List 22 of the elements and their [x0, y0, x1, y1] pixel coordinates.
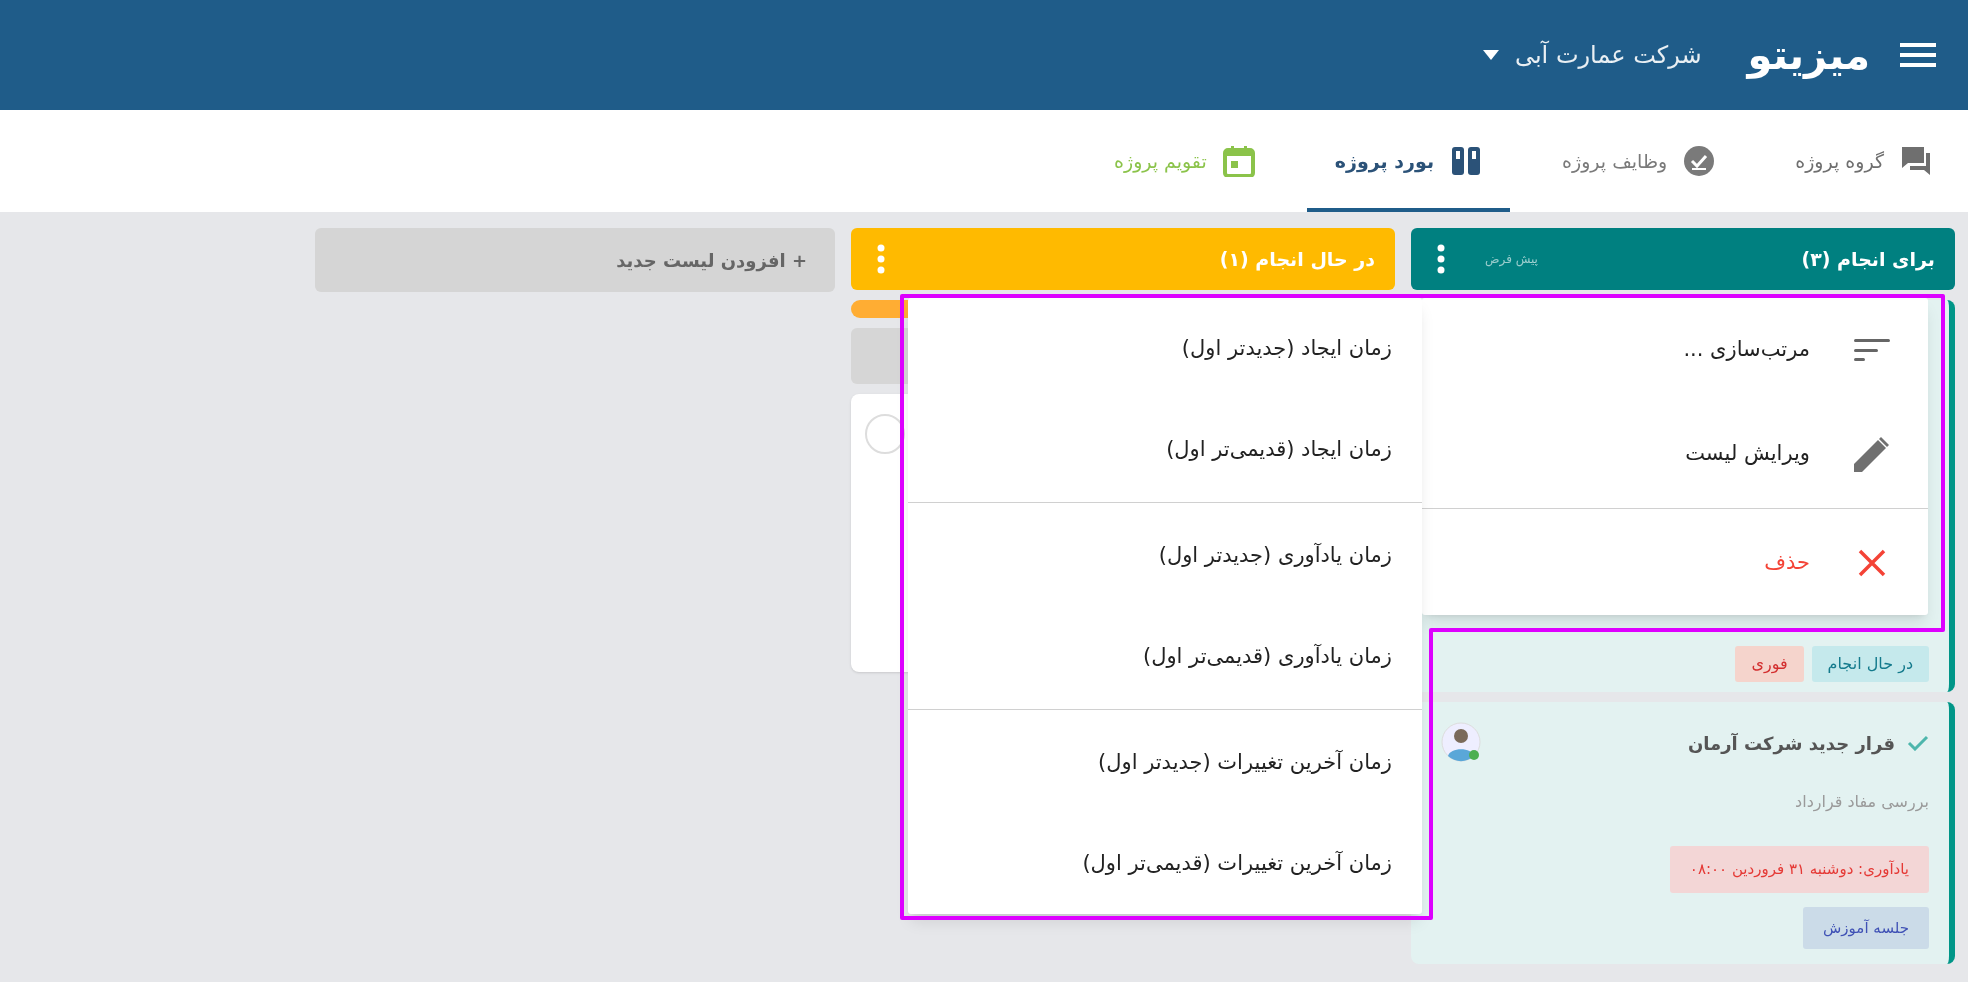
tag: در حال انجام — [1811, 646, 1929, 682]
list-title: برای انجام (۳) — [1801, 246, 1935, 273]
menu-item[interactable]: حذف — [1422, 511, 1928, 615]
reminder-tag: یادآوری: دوشنبه ۳۱ فروردین ۰۸:۰۰ — [1669, 846, 1929, 893]
company-selector[interactable]: شرکت عمارت آبی — [1482, 37, 1702, 73]
menu-item[interactable]: مرتب‌سازی ... — [1422, 298, 1928, 402]
add-list-button[interactable]: + افزودن لیست جدید — [315, 228, 835, 292]
project-tab[interactable]: وظایف پروژه — [1534, 110, 1744, 212]
card-description: بررسی مفاد قرارداد — [1795, 791, 1929, 814]
project-tab[interactable]: بورد پروژه — [1306, 110, 1511, 212]
label-tag: جلسه آموزش — [1803, 906, 1929, 949]
submenu-item[interactable]: زمان یادآوری (جدیدتر اول) — [908, 505, 1422, 606]
task-card[interactable]: قرار جدید شرکت آرمان بررسی مفاد قرارداد یادآوری: دوشنبه ۳۱ فروردین ۰۸:۰۰ جلسه آموزش — [1411, 702, 1955, 964]
project-tab[interactable]: گروه پروژه — [1767, 110, 1960, 212]
app-logo: میزیتو — [1747, 31, 1870, 81]
menu-item[interactable]: ویرایش لیست — [1422, 402, 1928, 506]
submenu-item[interactable]: زمان ایجاد (جدیدتر اول) — [908, 298, 1422, 399]
list-subtitle: پیش فرض — [1485, 251, 1538, 268]
card-title: قرار جدید شرکت آرمان — [1687, 731, 1895, 757]
tag: فوری — [1735, 646, 1804, 682]
list-title: در حال انجام (۱) — [1219, 246, 1375, 273]
submenu-item[interactable]: زمان ایجاد (قدیمی‌تر اول) — [908, 399, 1422, 500]
